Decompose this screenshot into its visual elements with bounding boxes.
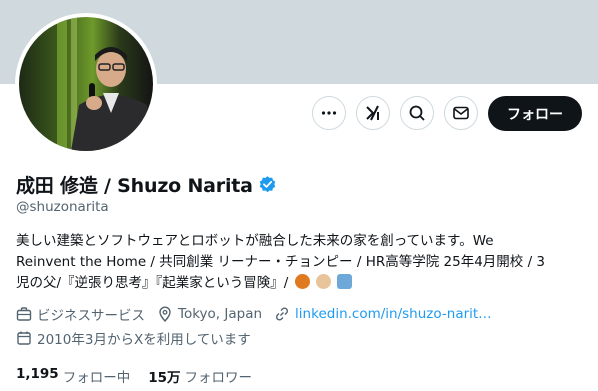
search-icon xyxy=(409,105,425,121)
avatar[interactable] xyxy=(15,13,157,155)
profile-website-link[interactable]: linkedin.com/in/shuzo-narit… xyxy=(295,306,492,322)
following-count: 1,195 xyxy=(16,366,59,382)
bio-line: Reinvent the Home / 共同創業 リーナー・チョンピー / HR… xyxy=(16,254,545,270)
profile-handle: @shuzonarita xyxy=(16,199,109,215)
following-stat[interactable]: 1,195 フォロー中 xyxy=(16,366,130,386)
grok-icon xyxy=(366,105,379,121)
followers-label: フォロワー xyxy=(184,370,253,386)
bio-line: 美しい建築とソフトウェアとロボットが融合した未来の家を創っています。We xyxy=(16,233,494,249)
website-item[interactable]: linkedin.com/in/shuzo-narit… xyxy=(274,306,492,322)
location-item: Tokyo, Japan xyxy=(157,306,262,322)
category-item: ビジネスサービス xyxy=(16,304,145,324)
grok-button[interactable] xyxy=(356,96,390,130)
bio-line: 児の父/『逆張り思考』『起業家という冒険』/ xyxy=(16,275,289,291)
profile-category: ビジネスサービス xyxy=(37,308,145,324)
avatar-photo xyxy=(19,17,153,151)
calendar-icon xyxy=(17,331,31,345)
location-pin-icon xyxy=(159,306,171,322)
palette-emoji-icon xyxy=(315,274,331,289)
follow-button[interactable]: フォロー xyxy=(488,96,582,131)
followers-stat[interactable]: 15万 フォロワー xyxy=(148,366,252,386)
basketball-emoji-icon xyxy=(294,274,310,289)
more-icon xyxy=(321,111,337,115)
picture-emoji-icon xyxy=(337,274,353,289)
profile-name: 成田 修造 / Shuzo Narita xyxy=(16,175,253,197)
search-button[interactable] xyxy=(400,96,434,130)
verified-badge-icon[interactable] xyxy=(258,175,277,194)
message-icon xyxy=(453,106,469,120)
profile-bio: 美しい建築とソフトウェアとロボットが融合した未来の家を創っています。We Rei… xyxy=(16,231,582,294)
more-button[interactable] xyxy=(312,96,346,130)
joined-item: 2010年3月からXを利用しています xyxy=(16,328,251,348)
message-button[interactable] xyxy=(444,96,478,130)
profile-joined-row: 2010年3月からXを利用しています xyxy=(16,328,263,348)
profile-joined: 2010年3月からXを利用しています xyxy=(37,332,251,348)
briefcase-icon xyxy=(16,307,32,321)
profile-name-row: 成田 修造 / Shuzo Narita xyxy=(16,171,277,198)
follow-stats: 1,195 フォロー中 15万 フォロワー xyxy=(16,366,270,386)
profile-location: Tokyo, Japan xyxy=(178,306,263,322)
bio-line-last: 児の父/『逆張り思考』『起業家という冒険』/ xyxy=(16,273,582,294)
followers-count: 15万 xyxy=(148,370,181,386)
link-icon xyxy=(276,307,289,321)
profile-meta-row: ビジネスサービス Tokyo, Japan linkedin.com/in/sh… xyxy=(16,304,504,324)
following-label: フォロー中 xyxy=(62,370,131,386)
